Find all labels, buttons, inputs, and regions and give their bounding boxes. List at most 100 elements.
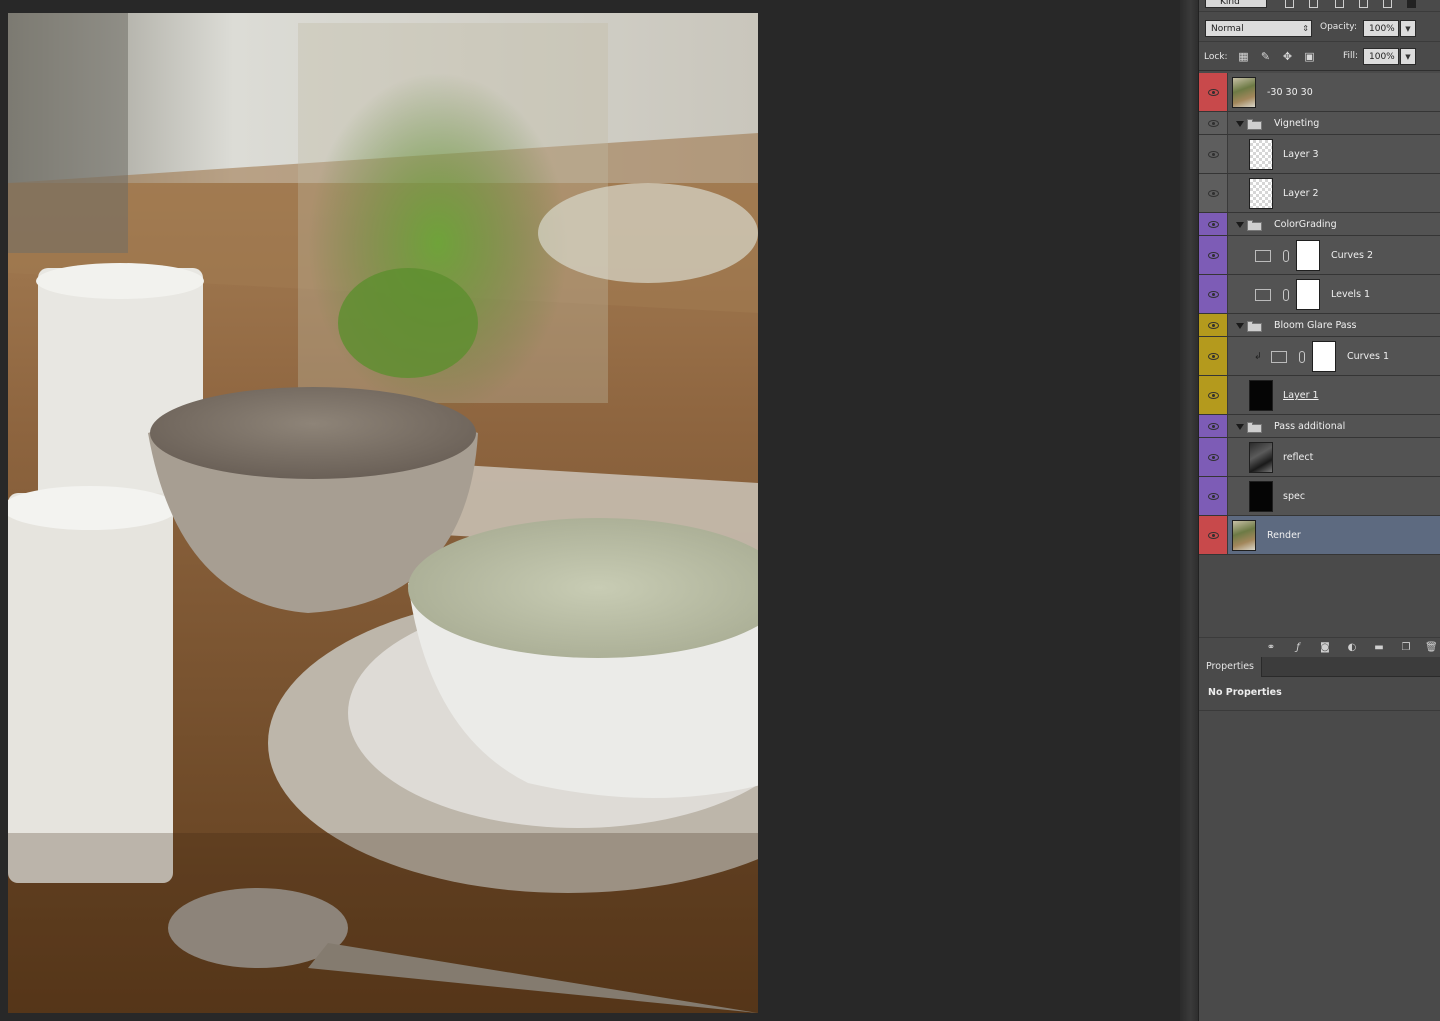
eye-icon[interactable]: [1208, 322, 1219, 329]
eye-icon[interactable]: [1208, 89, 1219, 96]
layer-name: Bloom Glare Pass: [1274, 320, 1357, 331]
right-panel-dock: Kind Normal ⇕ Opacity: 100% ▼ Lock: ▦ ✎ …: [1198, 0, 1440, 1021]
fill-dropdown-button[interactable]: ▼: [1400, 48, 1416, 65]
eye-icon[interactable]: [1208, 151, 1219, 158]
eye-icon[interactable]: [1208, 454, 1219, 461]
updown-icon: ⇕: [1302, 24, 1309, 33]
layer-row-vigneting[interactable]: Vigneting: [1199, 112, 1440, 135]
layer-thumbnail[interactable]: [1249, 481, 1273, 512]
layer-thumbnail[interactable]: [1249, 380, 1273, 411]
layer-visibility-toggle[interactable]: [1199, 477, 1228, 515]
filter-shape-icon[interactable]: [1359, 0, 1368, 8]
expand-triangle-icon[interactable]: [1236, 424, 1244, 430]
tab-properties[interactable]: Properties: [1199, 657, 1263, 677]
layer-name: -30 30 30: [1267, 87, 1313, 98]
layer-visibility-toggle[interactable]: [1199, 438, 1228, 476]
eye-icon[interactable]: [1208, 252, 1219, 259]
mask-link-icon[interactable]: [1299, 351, 1305, 363]
layer-visibility-toggle[interactable]: [1199, 112, 1228, 134]
layer-thumbnail[interactable]: [1249, 442, 1273, 473]
filter-kind-select[interactable]: Kind: [1205, 0, 1267, 8]
clipping-arrow-icon: ↲: [1254, 351, 1262, 362]
eye-icon[interactable]: [1208, 190, 1219, 197]
layer-visibility-toggle[interactable]: [1199, 275, 1228, 313]
document-image[interactable]: [8, 13, 758, 1013]
layer-row-30-30-30[interactable]: -30 30 30: [1199, 73, 1440, 112]
eye-icon[interactable]: [1208, 353, 1219, 360]
mask-icon[interactable]: ◙: [1319, 642, 1331, 653]
layer-visibility-toggle[interactable]: [1199, 337, 1228, 375]
layer-name: Pass additional: [1274, 421, 1346, 432]
opacity-input[interactable]: 100%: [1363, 20, 1399, 37]
layer-row-colorgrading[interactable]: ColorGrading: [1199, 213, 1440, 236]
filter-pixel-icon[interactable]: [1285, 0, 1294, 8]
lock-move-icon[interactable]: ✥: [1281, 50, 1294, 63]
layer-visibility-toggle[interactable]: [1199, 213, 1228, 235]
layer-visibility-toggle[interactable]: [1199, 376, 1228, 414]
expand-triangle-icon[interactable]: [1236, 121, 1244, 127]
layer-row-curves-1[interactable]: ↲ Curves 1: [1199, 337, 1440, 376]
layer-visibility-toggle[interactable]: [1199, 236, 1228, 274]
layer-row-layer-2[interactable]: Layer 2: [1199, 174, 1440, 213]
layer-visibility-toggle[interactable]: [1199, 516, 1228, 554]
levels-adjustment-icon[interactable]: [1255, 289, 1271, 301]
layer-row-curves-2[interactable]: Curves 2: [1199, 236, 1440, 275]
lock-transparent-icon[interactable]: ▦: [1237, 50, 1250, 63]
layer-name: Curves 1: [1347, 351, 1390, 362]
mask-link-icon[interactable]: [1283, 289, 1289, 301]
canvas-area[interactable]: [0, 0, 1180, 1021]
layer-visibility-toggle[interactable]: [1199, 135, 1228, 173]
lock-brush-icon[interactable]: ✎: [1259, 50, 1272, 63]
curves-adjustment-icon[interactable]: [1271, 351, 1287, 363]
fx-icon[interactable]: ƒ: [1292, 642, 1304, 653]
layer-mask-thumbnail[interactable]: [1312, 341, 1336, 372]
mask-link-icon[interactable]: [1283, 250, 1289, 262]
properties-divider: [1199, 710, 1440, 711]
lock-all-icon[interactable]: ▣: [1303, 50, 1316, 63]
link-icon[interactable]: ⚭: [1265, 642, 1277, 653]
eye-icon[interactable]: [1208, 291, 1219, 298]
layer-thumbnail[interactable]: [1232, 77, 1256, 108]
layers-empty-area[interactable]: [1199, 555, 1440, 637]
layer-mask-thumbnail[interactable]: [1296, 240, 1320, 271]
filter-toggle-icon[interactable]: [1407, 0, 1416, 8]
opacity-dropdown-button[interactable]: ▼: [1400, 20, 1416, 37]
curves-adjustment-icon[interactable]: [1255, 250, 1271, 262]
layer-visibility-toggle[interactable]: [1199, 314, 1228, 336]
folder-icon[interactable]: ▬: [1373, 642, 1385, 653]
layer-row-layer-3[interactable]: Layer 3: [1199, 135, 1440, 174]
layer-thumbnail[interactable]: [1249, 178, 1273, 209]
layer-visibility-toggle[interactable]: [1199, 415, 1228, 437]
no-properties-message: No Properties: [1208, 687, 1282, 698]
filter-type-icon[interactable]: [1335, 0, 1344, 8]
layer-row-bloom-glare-pass[interactable]: Bloom Glare Pass: [1199, 314, 1440, 337]
eye-icon[interactable]: [1208, 221, 1219, 228]
folder-icon: [1247, 220, 1262, 231]
layer-thumbnail[interactable]: [1249, 139, 1273, 170]
filter-adjustment-icon[interactable]: [1309, 0, 1318, 8]
layer-row-reflect[interactable]: reflect: [1199, 438, 1440, 477]
opacity-value: 100%: [1369, 24, 1395, 34]
expand-triangle-icon[interactable]: [1236, 323, 1244, 329]
trash-icon[interactable]: 🗑: [1425, 642, 1438, 653]
filter-smart-object-icon[interactable]: [1383, 0, 1392, 8]
eye-icon[interactable]: [1208, 493, 1219, 500]
layer-row-render[interactable]: Render: [1199, 516, 1440, 555]
layer-row-spec[interactable]: spec: [1199, 477, 1440, 516]
eye-icon[interactable]: [1208, 120, 1219, 127]
eye-icon[interactable]: [1208, 423, 1219, 430]
layer-thumbnail[interactable]: [1232, 520, 1256, 551]
adjustment-icon[interactable]: ◐: [1346, 642, 1358, 653]
blend-mode-select[interactable]: Normal ⇕: [1205, 20, 1312, 37]
new-layer-icon[interactable]: ❐: [1400, 642, 1412, 653]
layer-row-layer-1[interactable]: Layer 1: [1199, 376, 1440, 415]
layer-row-levels-1[interactable]: Levels 1: [1199, 275, 1440, 314]
expand-triangle-icon[interactable]: [1236, 222, 1244, 228]
layer-visibility-toggle[interactable]: [1199, 73, 1228, 111]
layer-row-pass-additional[interactable]: Pass additional: [1199, 415, 1440, 438]
eye-icon[interactable]: [1208, 392, 1219, 399]
layer-visibility-toggle[interactable]: [1199, 174, 1228, 212]
eye-icon[interactable]: [1208, 532, 1219, 539]
layer-mask-thumbnail[interactable]: [1296, 279, 1320, 310]
fill-input[interactable]: 100%: [1363, 48, 1399, 65]
